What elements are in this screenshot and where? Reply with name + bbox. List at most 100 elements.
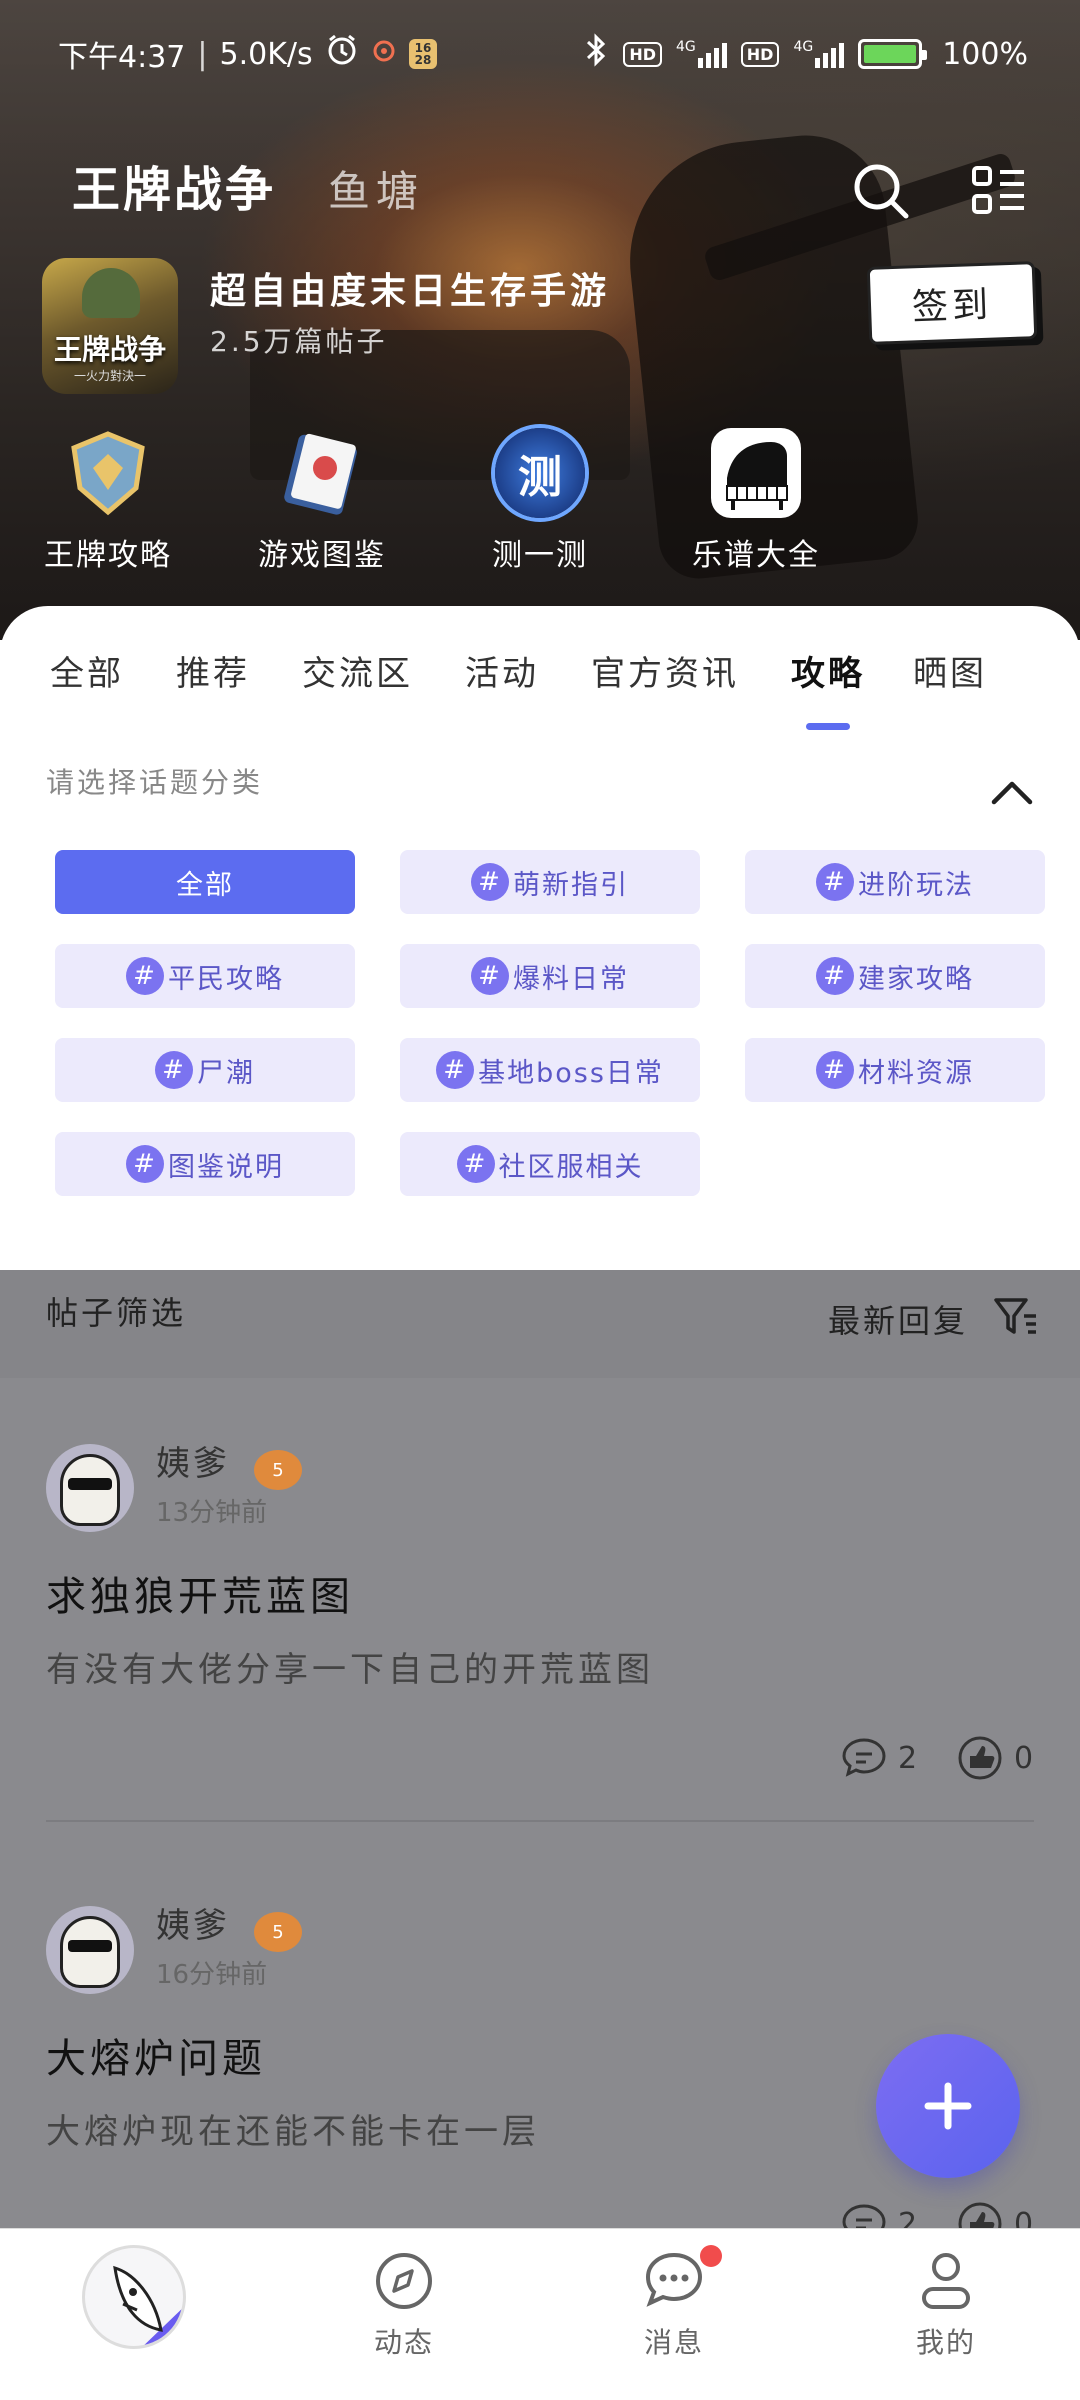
game-hero-banner: 下午4:37 | 5.0K/s 16 28 HD 4G HD 4G 100% 王… [0, 0, 1080, 640]
like-count[interactable]: 0 [956, 1734, 1033, 1782]
level-badge: 5 [254, 1912, 302, 1952]
post-excerpt: 有没有大佬分享一下自己的开荒蓝图 [46, 1650, 654, 1690]
hashtag-icon: # [126, 1145, 164, 1183]
shortcut-encyclopedia[interactable]: 游戏图鉴 [222, 428, 422, 574]
tab-recommend[interactable]: 推荐 [176, 646, 250, 716]
post-time: 16分钟前 [156, 1960, 268, 1990]
post-count: 2.5万篇帖子 [210, 325, 388, 358]
checkin-button[interactable]: 签到 [866, 261, 1038, 345]
tab-all[interactable]: 全部 [50, 646, 124, 716]
avatar[interactable] [46, 1906, 134, 1994]
status-bar: 下午4:37 | 5.0K/s 16 28 HD 4G HD 4G 100% [0, 0, 1080, 100]
hashtag-icon: # [456, 1145, 495, 1183]
new-post-fab[interactable] [876, 2034, 1020, 2178]
signal-icon [697, 40, 727, 68]
topic-chip[interactable]: # 社区服相关 [400, 1132, 700, 1196]
topic-chip[interactable]: # 图鉴说明 [55, 1132, 355, 1196]
hashtag-icon: # [436, 1051, 475, 1089]
game-logo-subtext: 一火力對決一 [73, 369, 146, 383]
hashtag-icon: # [155, 1051, 193, 1089]
avatar[interactable] [46, 1444, 134, 1532]
shortcut-strategy[interactable]: 王牌攻略 [8, 428, 208, 574]
topic-chip[interactable]: # 平民攻略 [55, 944, 355, 1008]
shortcut-row: 王牌攻略 游戏图鉴 测 测一测 乐谱大全 [0, 428, 1080, 578]
battery-icon [858, 39, 928, 69]
calendar-icon: 16 28 [408, 39, 438, 69]
signal-icon-2 [815, 40, 845, 68]
hashtag-icon: # [816, 863, 854, 901]
helmet-graphic [82, 268, 140, 318]
filter-funnel-icon[interactable] [992, 1292, 1040, 1340]
alarm-icon [325, 33, 359, 75]
sort-selector[interactable]: 最新回复 [828, 1296, 968, 1342]
tab-screenshots[interactable]: 晒图 [913, 646, 987, 716]
compass-icon [376, 2253, 432, 2309]
shortcut-label: 王牌攻略 [44, 538, 172, 573]
topic-chip[interactable]: # 建家攻略 [745, 944, 1045, 1008]
topic-chip[interactable]: # 基地boss日常 [400, 1038, 700, 1102]
post-card[interactable]: 姨爹 5 13分钟前 求独狼开荒蓝图 有没有大佬分享一下自己的开荒蓝图 2 0 [0, 1378, 1080, 1838]
hashtag-icon: # [816, 1051, 854, 1089]
post-username[interactable]: 姨爹 [156, 1898, 230, 1947]
battery-percent: 100% [942, 36, 1028, 72]
thumbs-up-icon [958, 1736, 1002, 1780]
topic-chip[interactable]: # 爆料日常 [400, 944, 700, 1008]
shortcut-quiz[interactable]: 测 测一测 [440, 428, 640, 574]
search-icon[interactable] [850, 160, 912, 222]
piano-icon [711, 428, 801, 518]
topic-chip[interactable]: # 进阶玩法 [745, 850, 1045, 914]
nav-profile[interactable]: 我的 [876, 2249, 1016, 2361]
comment-count[interactable]: 2 [840, 1734, 917, 1782]
bottom-navigation: 动态 消息 我的 [0, 2228, 1080, 2400]
topic-chip[interactable]: # 萌新指引 [400, 850, 700, 914]
tab-events[interactable]: 活动 [465, 646, 539, 716]
chevron-up-icon[interactable] [990, 776, 1033, 816]
quiz-icon: 测 [495, 428, 585, 518]
topic-chip[interactable]: # 材料资源 [745, 1038, 1045, 1102]
chip-label: 平民攻略 [168, 963, 284, 995]
nav-feed[interactable]: 动态 [334, 2249, 474, 2361]
chip-label: 建家攻略 [858, 963, 974, 995]
chip-label: 爆料日常 [513, 963, 629, 995]
hashtag-icon: # [471, 863, 509, 901]
battery-fill [864, 45, 917, 63]
level-badge: 5 [254, 1450, 302, 1490]
forum-title[interactable]: 王牌战争 [72, 150, 276, 220]
chip-label: 材料资源 [858, 1057, 974, 1089]
game-logo-text: 王牌战争 [53, 333, 166, 366]
shortcut-label: 乐谱大全 [692, 538, 820, 573]
topic-chip[interactable]: # 尸潮 [55, 1038, 355, 1102]
network-speed: 5.0K/s [219, 36, 313, 72]
hd-indicator-2: HD [740, 41, 780, 67]
person-icon [922, 2253, 970, 2309]
post-title[interactable]: 求独狼开荒蓝图 [46, 1564, 354, 1622]
book-icon [277, 428, 367, 518]
status-time: 下午4:37 [58, 40, 186, 75]
post-title[interactable]: 大熔炉问题 [46, 2026, 266, 2084]
game-info: 王牌战争 一火力對決一 超自由度末日生存手游 2.5万篇帖子 签到 [42, 258, 1042, 398]
bluetooth-icon [583, 32, 609, 76]
post-time: 13分钟前 [156, 1498, 268, 1528]
topic-chip-all[interactable]: 全部 [55, 850, 355, 914]
post-divider [46, 1820, 1034, 1822]
header-titles: 王牌战争 鱼塘 [72, 150, 424, 220]
fishpond-tab[interactable]: 鱼塘 [328, 158, 424, 219]
chip-label: 社区服相关 [498, 1151, 644, 1183]
tab-discussion[interactable]: 交流区 [302, 646, 413, 716]
game-logo[interactable]: 王牌战争 一火力對決一 [42, 258, 178, 394]
network-type: 4G [676, 39, 696, 55]
post-excerpt: 大熔炉现在还能不能卡在一层 [46, 2112, 540, 2152]
nav-messages[interactable]: 消息 [604, 2245, 744, 2361]
list-menu-icon[interactable] [968, 160, 1030, 222]
post-username[interactable]: 姨爹 [156, 1436, 230, 1485]
network-type-2: 4G [793, 39, 814, 55]
tab-strategy[interactable]: 攻略 [791, 646, 865, 730]
tab-official-news[interactable]: 官方资讯 [591, 646, 739, 716]
comment-count-value: 2 [898, 1740, 918, 1776]
plus-icon [924, 2082, 972, 2130]
shortcut-sheet-music[interactable]: 乐谱大全 [656, 428, 856, 574]
chip-label: 萌新指引 [513, 869, 629, 901]
like-count-value: 0 [1014, 1740, 1034, 1776]
app-notification-icon [371, 37, 397, 72]
home-logo-icon[interactable] [82, 2245, 186, 2349]
